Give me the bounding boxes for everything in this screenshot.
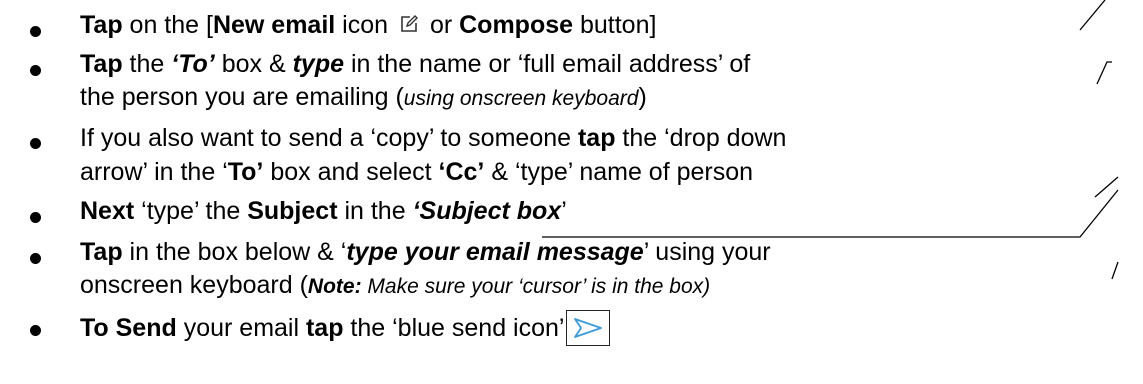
text-run: or — [423, 11, 460, 39]
text-run: the ‘blue send icon’ — [343, 314, 565, 342]
line: Tap on the [New email icon or Compose bu… — [80, 11, 656, 41]
send-icon — [566, 310, 611, 346]
text-run: Next — [80, 197, 135, 225]
text-run: the ‘drop down — [615, 124, 787, 152]
line: onscreen keyboard (Note: Make sure your … — [80, 271, 710, 301]
text-run: tap — [305, 314, 344, 342]
text-run: box & — [214, 50, 293, 78]
text-run: using onscreen keyboard — [403, 87, 639, 110]
text-run: on the [ — [122, 11, 213, 39]
text-run: Make sure your ‘cursor’ is in the box) — [361, 275, 711, 298]
text-run: button] — [573, 11, 657, 39]
text-run: If you also want to send a ‘copy’ to som… — [80, 124, 578, 152]
text-run: ‘Subject box — [412, 197, 562, 225]
callout-line-to — [1096, 61, 1112, 85]
line: If you also want to send a ‘copy’ to som… — [80, 124, 786, 153]
text-run: the person you are emailing ( — [80, 83, 404, 111]
bullet — [30, 65, 41, 76]
text-run: type your email message — [346, 238, 644, 266]
text-run: ’ using your — [643, 238, 771, 266]
text-run: in the name or ‘full email address’ of — [344, 50, 751, 78]
text-run: onscreen keyboard ( — [80, 271, 308, 299]
text-run: in the box below & ‘ — [122, 238, 347, 266]
text-run: box and select — [263, 158, 439, 186]
text-run: ’ — [561, 197, 567, 225]
callout-line-subject — [542, 189, 1119, 238]
text-run: type — [292, 50, 344, 78]
text-run: Tap — [80, 238, 123, 266]
text-run: To Send — [80, 314, 177, 342]
text-run: arrow’ in the ‘ — [80, 158, 228, 186]
line: Tap in the box below & ‘type your email … — [80, 238, 771, 267]
text-run: your email — [176, 314, 306, 342]
bullet — [30, 325, 41, 336]
text-run: tap — [577, 124, 616, 152]
text-run: New email — [212, 11, 336, 39]
text-run: ‘To’ — [171, 50, 215, 78]
compose-icon — [399, 12, 419, 41]
text-run: ‘type’ the — [134, 197, 248, 225]
text-run: Tap — [80, 11, 123, 39]
callout-line-compose — [1079, 0, 1106, 31]
line: To Send your email tap the ‘blue send ic… — [80, 310, 611, 346]
text-run: ) — [638, 83, 647, 111]
text-run: Tap — [80, 50, 123, 78]
line: arrow’ in the ‘To’ box and select ‘Cc’ &… — [80, 158, 753, 187]
text-run: in the — [337, 197, 413, 225]
callout-line-message — [1111, 261, 1119, 280]
text-run: Compose — [459, 11, 574, 39]
text-run: To’ — [227, 158, 264, 186]
text-run: the — [122, 50, 172, 78]
line: Tap the ‘To’ box & type in the name or ‘… — [80, 50, 750, 79]
text-run: Note: — [307, 275, 362, 298]
text-run: icon — [335, 11, 395, 39]
bullet — [30, 138, 41, 149]
line: Next ‘type’ the Subject in the ‘Subject … — [80, 197, 567, 226]
bullet — [30, 253, 41, 264]
bullet — [30, 212, 41, 223]
text-run: Subject — [247, 197, 338, 225]
text-run: & ‘type’ name of person — [484, 158, 754, 186]
bullet — [30, 26, 41, 37]
text-run: ‘Cc’ — [438, 158, 485, 186]
line: the person you are emailing (using onscr… — [80, 83, 647, 113]
